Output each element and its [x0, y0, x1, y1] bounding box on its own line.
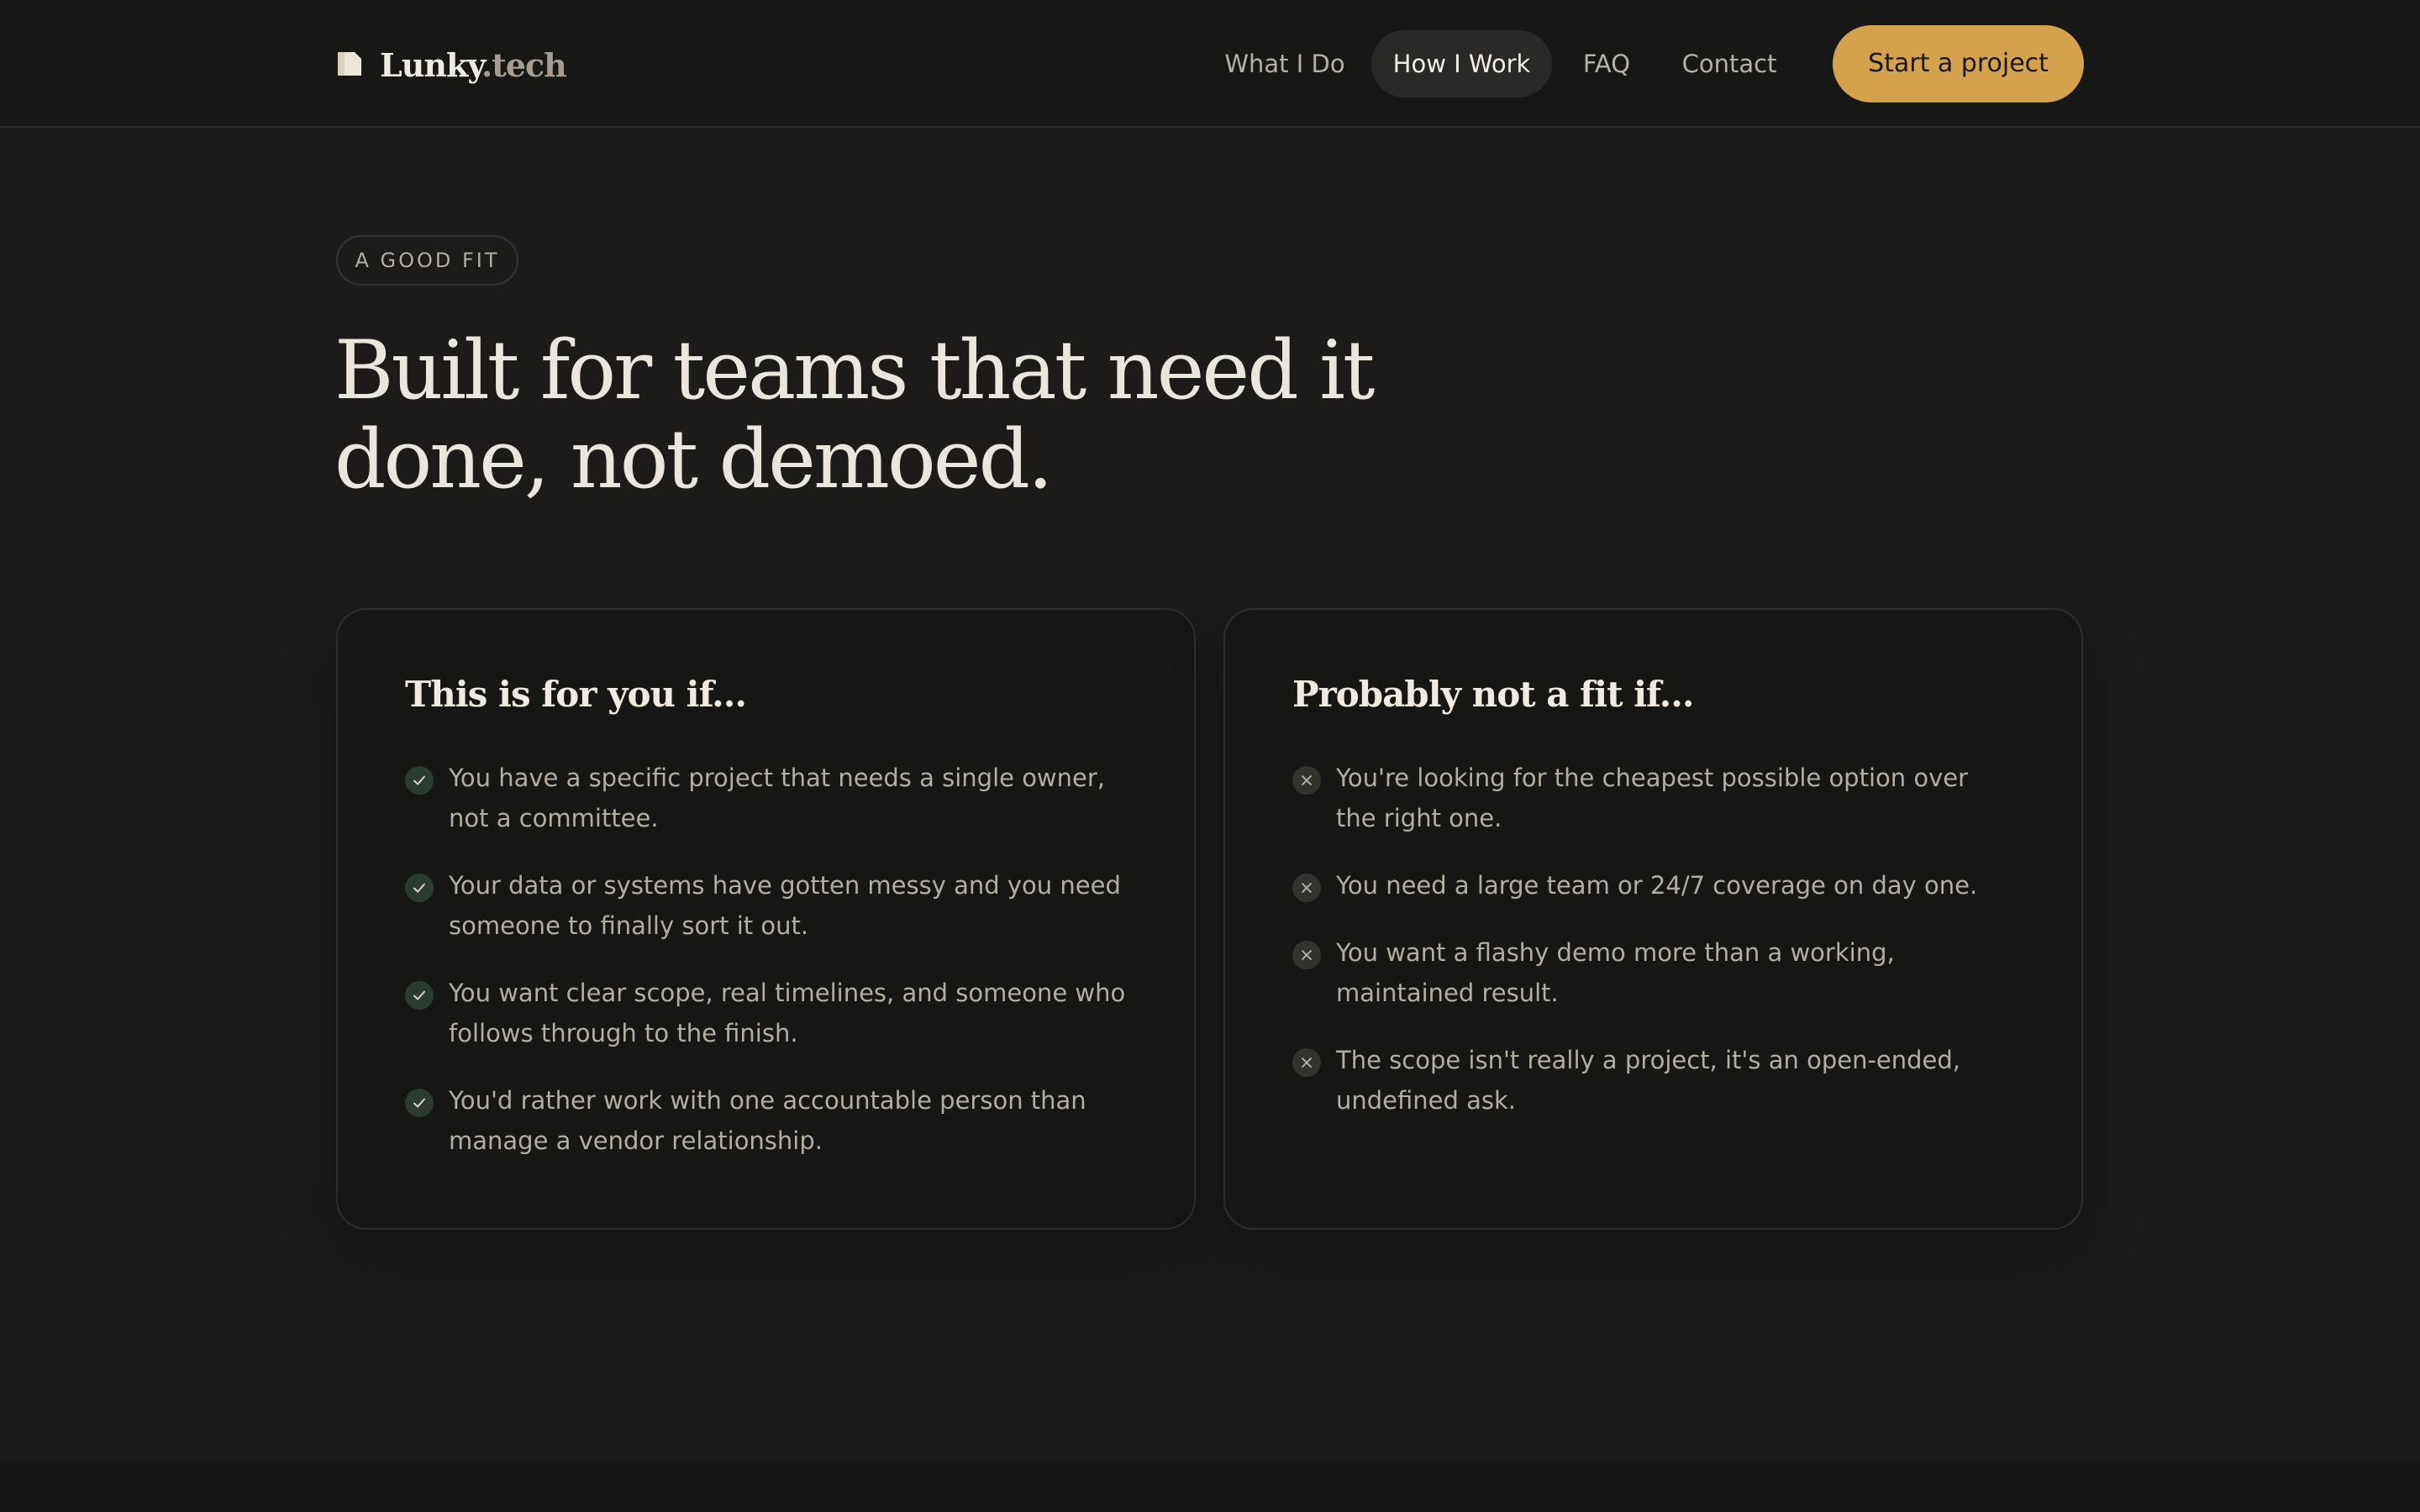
headline-line-1: Built for teams that need it: [334, 323, 1375, 417]
x-icon: [1292, 1048, 1321, 1077]
fit-item-text: You have a specific project that needs a…: [449, 764, 1106, 832]
footer-band: [0, 1463, 2420, 1512]
x-icon: [1292, 766, 1321, 795]
check-icon: [405, 766, 434, 795]
not-fit-card: Probably not a fit if... You're looking …: [1223, 608, 2083, 1230]
not-fit-item-text: You're looking for the cheapest possible…: [1336, 764, 1969, 832]
fit-item-text: You want clear scope, real timelines, an…: [449, 979, 1126, 1047]
start-project-button[interactable]: Start a project: [1833, 25, 2084, 102]
site-header: Lunky.tech What I Do How I Work FAQ Cont…: [0, 0, 2420, 128]
not-fit-list-item: The scope isn't really a project, it's a…: [1292, 1040, 2015, 1121]
nav-contact[interactable]: Contact: [1672, 30, 1786, 97]
nav-faq[interactable]: FAQ: [1571, 30, 1642, 97]
nav-what-i-do[interactable]: What I Do: [1211, 30, 1359, 97]
x-icon: [1292, 941, 1321, 969]
fit-list-item: You have a specific project that needs a…: [405, 758, 1128, 838]
not-fit-card-title: Probably not a fit if...: [1292, 674, 1694, 715]
not-fit-list-item: You want a flashy demo more than a worki…: [1292, 932, 2015, 1013]
fit-item-text: You'd rather work with one accountable p…: [449, 1086, 1086, 1155]
not-fit-list-item: You're looking for the cheapest possible…: [1292, 758, 2015, 838]
check-icon: [405, 1089, 434, 1117]
fit-list-item: You'd rather work with one accountable p…: [405, 1080, 1128, 1161]
not-fit-item-text: You need a large team or 24/7 coverage o…: [1336, 871, 1978, 900]
fit-card: This is for you if... You have a specifi…: [336, 608, 1196, 1230]
not-fit-list-item: You need a large team or 24/7 coverage o…: [1292, 865, 2015, 906]
check-icon: [405, 874, 434, 902]
headline-line-2: done, not demoed.: [334, 412, 1054, 507]
nav-how-i-work[interactable]: How I Work: [1371, 30, 1552, 97]
not-fit-list: You're looking for the cheapest possible…: [1292, 758, 2015, 1147]
fit-item-text: Your data or systems have gotten messy a…: [449, 871, 1121, 940]
not-fit-item-text: You want a flashy demo more than a worki…: [1336, 938, 1895, 1007]
fit-list: You have a specific project that needs a…: [405, 758, 1128, 1188]
page-title: Built for teams that need it done, not d…: [334, 326, 1427, 504]
fit-list-item: Your data or systems have gotten messy a…: [405, 865, 1128, 946]
fit-list-item: You want clear scope, real timelines, an…: [405, 973, 1128, 1053]
not-fit-item-text: The scope isn't really a project, it's a…: [1336, 1046, 1961, 1115]
check-icon: [405, 981, 434, 1010]
fit-card-title: This is for you if...: [405, 674, 747, 715]
x-icon: [1292, 874, 1321, 902]
section-badge: A GOOD FIT: [336, 235, 518, 286]
